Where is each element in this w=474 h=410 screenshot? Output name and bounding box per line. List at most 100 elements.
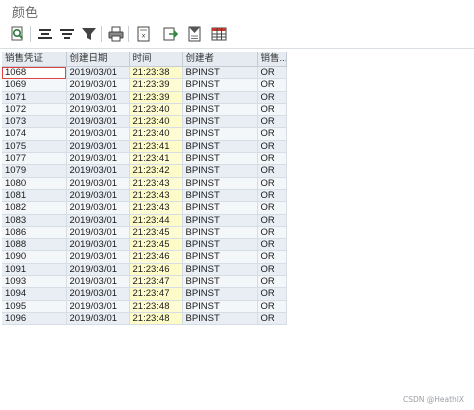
cell-created-date[interactable]: 2019/03/01 bbox=[66, 263, 130, 277]
cell-time[interactable]: 21:23:41 bbox=[129, 152, 183, 166]
table-row[interactable]: 1088 2019/03/01 21:23:45 BPINST OR bbox=[2, 238, 287, 252]
cell-created-date[interactable]: 2019/03/01 bbox=[66, 189, 130, 203]
cell-sales-doc[interactable]: 1091 bbox=[2, 263, 67, 277]
cell-created-by[interactable]: BPINST bbox=[182, 140, 258, 154]
cell-created-by[interactable]: BPINST bbox=[182, 152, 258, 166]
cell-time[interactable]: 21:23:45 bbox=[129, 226, 183, 240]
cell-created-by[interactable]: BPINST bbox=[182, 103, 258, 117]
cell-created-date[interactable]: 2019/03/01 bbox=[66, 287, 130, 301]
cell-created-date[interactable]: 2019/03/01 bbox=[66, 115, 130, 129]
cell-sales-doc[interactable]: 1080 bbox=[2, 177, 67, 190]
cell-time[interactable]: 21:23:44 bbox=[129, 214, 183, 227]
cell-created-by[interactable]: BPINST bbox=[182, 300, 258, 313]
cell-sales-doc[interactable]: 1094 bbox=[2, 287, 67, 301]
column-header-sales-type[interactable]: 销售... bbox=[257, 52, 287, 67]
cell-sales-doc[interactable]: 1086 bbox=[2, 226, 67, 240]
cell-sales-doc[interactable]: 1068 bbox=[2, 66, 67, 80]
table-row[interactable]: 1069 2019/03/01 21:23:39 BPINST OR bbox=[2, 78, 287, 92]
magnify-detail-icon[interactable] bbox=[9, 25, 27, 43]
cell-created-date[interactable]: 2019/03/01 bbox=[66, 238, 130, 252]
cell-sales-type[interactable]: OR bbox=[257, 238, 287, 252]
table-row[interactable]: 1071 2019/03/01 21:23:39 BPINST OR bbox=[2, 91, 287, 104]
table-row[interactable]: 1082 2019/03/01 21:23:43 BPINST OR bbox=[2, 201, 287, 215]
cell-sales-type[interactable]: OR bbox=[257, 214, 287, 227]
cell-created-by[interactable]: BPINST bbox=[182, 177, 258, 190]
cell-time[interactable]: 21:23:46 bbox=[129, 250, 183, 264]
cell-created-by[interactable]: BPINST bbox=[182, 201, 258, 215]
cell-created-by[interactable]: BPINST bbox=[182, 226, 258, 240]
cell-created-by[interactable]: BPINST bbox=[182, 275, 258, 289]
cell-created-by[interactable]: BPINST bbox=[182, 66, 258, 80]
table-row[interactable]: 1080 2019/03/01 21:23:43 BPINST OR bbox=[2, 177, 287, 190]
cell-sales-doc[interactable]: 1079 bbox=[2, 164, 67, 178]
cell-created-date[interactable]: 2019/03/01 bbox=[66, 300, 130, 313]
cell-created-date[interactable]: 2019/03/01 bbox=[66, 201, 130, 215]
sort-ascending-icon[interactable] bbox=[36, 25, 54, 43]
export-file-icon[interactable] bbox=[162, 25, 180, 43]
table-row[interactable]: 1093 2019/03/01 21:23:47 BPINST OR bbox=[2, 275, 287, 289]
cell-sales-doc[interactable]: 1077 bbox=[2, 152, 67, 166]
cell-created-by[interactable]: BPINST bbox=[182, 164, 258, 178]
cell-created-by[interactable]: BPINST bbox=[182, 115, 258, 129]
cell-sales-doc[interactable]: 1090 bbox=[2, 250, 67, 264]
cell-time[interactable]: 21:23:40 bbox=[129, 103, 183, 117]
cell-created-date[interactable]: 2019/03/01 bbox=[66, 214, 130, 227]
cell-time[interactable]: 21:23:41 bbox=[129, 140, 183, 154]
table-row[interactable]: 1091 2019/03/01 21:23:46 BPINST OR bbox=[2, 263, 287, 277]
cell-sales-doc[interactable]: 1088 bbox=[2, 238, 67, 252]
cell-sales-type[interactable]: OR bbox=[257, 140, 287, 154]
table-row[interactable]: 1074 2019/03/01 21:23:40 BPINST OR bbox=[2, 127, 287, 141]
cell-sales-doc[interactable]: 1096 bbox=[2, 312, 67, 326]
table-row[interactable]: 1079 2019/03/01 21:23:42 BPINST OR bbox=[2, 164, 287, 178]
cell-sales-doc[interactable]: 1095 bbox=[2, 300, 67, 313]
cell-created-by[interactable]: BPINST bbox=[182, 312, 258, 326]
column-header-created-by[interactable]: 创建者 bbox=[182, 52, 258, 67]
cell-sales-doc[interactable]: 1074 bbox=[2, 127, 67, 141]
cell-created-date[interactable]: 2019/03/01 bbox=[66, 66, 130, 80]
cell-time[interactable]: 21:23:46 bbox=[129, 263, 183, 277]
cell-created-by[interactable]: BPINST bbox=[182, 91, 258, 104]
cell-sales-doc[interactable]: 1083 bbox=[2, 214, 67, 227]
cell-created-by[interactable]: BPINST bbox=[182, 263, 258, 277]
table-row[interactable]: 1083 2019/03/01 21:23:44 BPINST OR bbox=[2, 214, 287, 227]
cell-sales-type[interactable]: OR bbox=[257, 312, 287, 326]
table-row[interactable]: 1073 2019/03/01 21:23:40 BPINST OR bbox=[2, 115, 287, 129]
cell-sales-type[interactable]: OR bbox=[257, 115, 287, 129]
cell-sales-type[interactable]: OR bbox=[257, 287, 287, 301]
cell-created-by[interactable]: BPINST bbox=[182, 287, 258, 301]
cell-time[interactable]: 21:23:42 bbox=[129, 164, 183, 178]
cell-time[interactable]: 21:23:45 bbox=[129, 238, 183, 252]
sort-descending-icon[interactable] bbox=[58, 25, 76, 43]
column-header-created-date[interactable]: 创建日期 bbox=[66, 52, 130, 67]
cell-time[interactable]: 21:23:39 bbox=[129, 78, 183, 92]
cell-created-by[interactable]: BPINST bbox=[182, 78, 258, 92]
cell-created-by[interactable]: BPINST bbox=[182, 127, 258, 141]
cell-sales-type[interactable]: OR bbox=[257, 177, 287, 190]
cell-sales-type[interactable]: OR bbox=[257, 127, 287, 141]
export-excel-icon[interactable]: x bbox=[135, 25, 153, 43]
table-row[interactable]: 1095 2019/03/01 21:23:48 BPINST OR bbox=[2, 300, 287, 313]
cell-sales-type[interactable]: OR bbox=[257, 152, 287, 166]
print-icon[interactable] bbox=[107, 25, 125, 43]
cell-sales-type[interactable]: OR bbox=[257, 103, 287, 117]
cell-created-by[interactable]: BPINST bbox=[182, 250, 258, 264]
column-header-time[interactable]: 时间 bbox=[129, 52, 183, 67]
table-row[interactable]: 1072 2019/03/01 21:23:40 BPINST OR bbox=[2, 103, 287, 117]
table-row[interactable]: 1090 2019/03/01 21:23:46 BPINST OR bbox=[2, 250, 287, 264]
cell-sales-type[interactable]: OR bbox=[257, 250, 287, 264]
cell-time[interactable]: 21:23:40 bbox=[129, 127, 183, 141]
table-row[interactable]: 1077 2019/03/01 21:23:41 BPINST OR bbox=[2, 152, 287, 166]
cell-time[interactable]: 21:23:43 bbox=[129, 177, 183, 190]
cell-created-date[interactable]: 2019/03/01 bbox=[66, 275, 130, 289]
cell-sales-doc[interactable]: 1073 bbox=[2, 115, 67, 129]
cell-created-by[interactable]: BPINST bbox=[182, 214, 258, 227]
cell-time[interactable]: 21:23:48 bbox=[129, 300, 183, 313]
cell-created-date[interactable]: 2019/03/01 bbox=[66, 103, 130, 117]
cell-sales-type[interactable]: OR bbox=[257, 275, 287, 289]
cell-created-date[interactable]: 2019/03/01 bbox=[66, 312, 130, 326]
table-row[interactable]: 1075 2019/03/01 21:23:41 BPINST OR bbox=[2, 140, 287, 154]
cell-sales-type[interactable]: OR bbox=[257, 226, 287, 240]
cell-created-date[interactable]: 2019/03/01 bbox=[66, 152, 130, 166]
cell-time[interactable]: 21:23:38 bbox=[129, 66, 183, 80]
cell-time[interactable]: 21:23:47 bbox=[129, 275, 183, 289]
